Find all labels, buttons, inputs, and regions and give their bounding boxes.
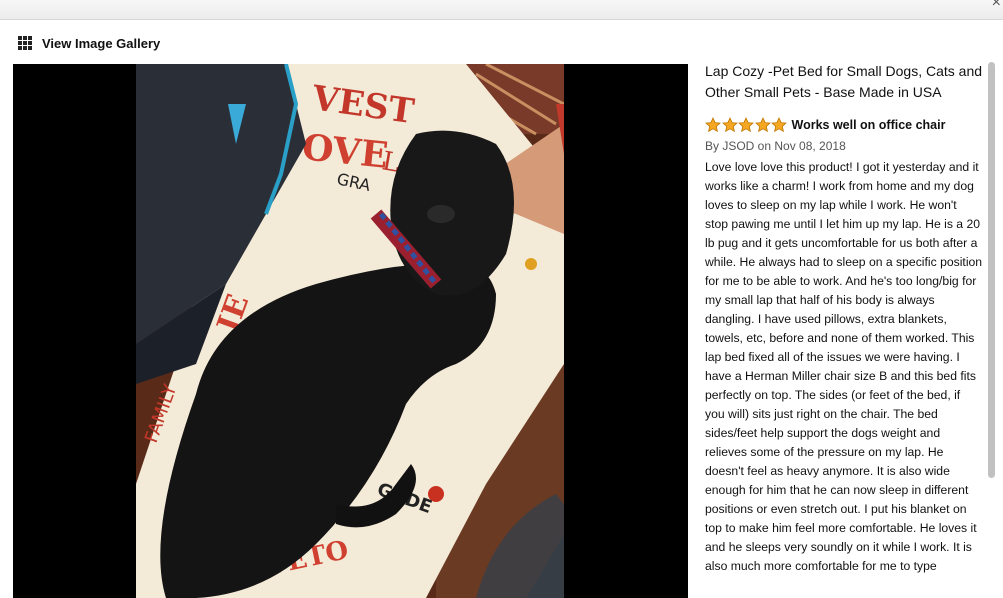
- review-body: Love love love this product! I got it ye…: [705, 160, 983, 573]
- star-icon: [754, 117, 771, 133]
- star-icon: [771, 117, 787, 133]
- review-scrollbar[interactable]: [988, 62, 995, 478]
- review-byline: By JSOD on Nov 08, 2018: [705, 139, 846, 153]
- svg-text:OVE: OVE: [300, 126, 390, 177]
- review-title: Works well on office chair: [791, 118, 946, 132]
- review-panel: Lap Cozy -Pet Bed for Small Dogs, Cats a…: [705, 61, 983, 598]
- view-image-gallery-link[interactable]: View Image Gallery: [18, 34, 160, 52]
- modal-top-bar: ×: [0, 0, 1003, 20]
- product-title[interactable]: Lap Cozy -Pet Bed for Small Dogs, Cats a…: [705, 61, 983, 103]
- gallery-label: View Image Gallery: [42, 35, 161, 51]
- image-viewer[interactable]: VEST OVE LOVE GRA JE FAMILY GUDE HEVETO: [13, 64, 688, 598]
- close-button[interactable]: ×: [992, 0, 1001, 11]
- rating-row: Works well on office chair: [705, 116, 983, 134]
- star-rating: [705, 117, 788, 133]
- grid-icon: [18, 36, 32, 50]
- star-icon: [738, 117, 754, 133]
- star-icon: [721, 117, 738, 133]
- user-photo: VEST OVE LOVE GRA JE FAMILY GUDE HEVETO: [136, 64, 564, 598]
- star-icon: [705, 117, 721, 133]
